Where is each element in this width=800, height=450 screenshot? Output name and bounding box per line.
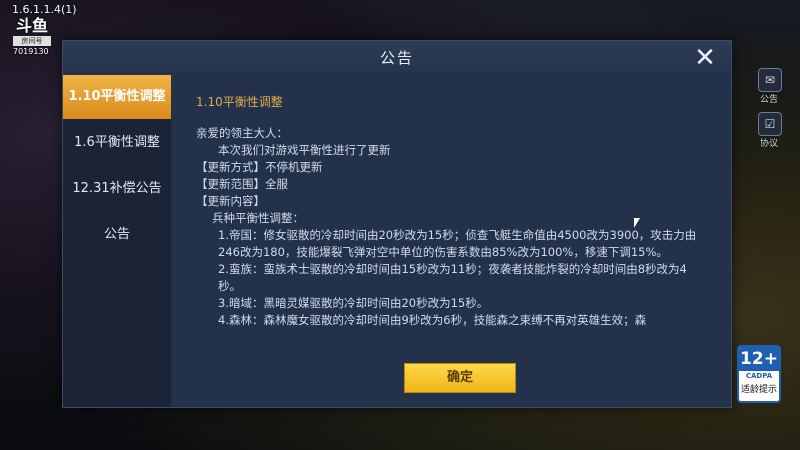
mail-icon[interactable]: ✉ [758, 68, 782, 92]
intro-line: 本次我们对游戏平衡性进行了更新 [218, 143, 391, 157]
barbarian-changes: 2.蛮族：蛮族术士驱散的冷却时间由15秒改为11秒；夜袭者技能炸裂的冷却时间由8… [218, 262, 687, 293]
tab-compensation-12-31[interactable]: 12.31补偿公告 [63, 167, 171, 211]
unit-balance-heading: 兵种平衡性调整： [212, 211, 304, 225]
update-method-line: 【更新方式】不停机更新 [196, 160, 323, 174]
tab-balance-1-10[interactable]: 1.10平衡性调整 [63, 75, 171, 119]
mouse-cursor-icon [634, 218, 640, 228]
close-icon[interactable]: ✕ [691, 44, 719, 72]
age-rating-tip: 适龄提示 [740, 385, 777, 395]
tab-balance-1-6[interactable]: 1.6平衡性调整 [63, 121, 171, 165]
content-title: 1.10平衡性调整 [196, 95, 283, 109]
announcement-text[interactable]: 亲爱的领主大人： 本次我们对游戏平衡性进行了更新 【更新方式】不停机更新 【更新… [196, 125, 706, 347]
age-rating-org: CADPA [745, 372, 773, 380]
dialog-title: 公告 [379, 49, 414, 67]
tab-notice[interactable]: 公告 [63, 213, 171, 257]
age-rating-badge: 12+ CADPA 适龄提示 [737, 345, 781, 403]
announcement-content: 1.10平衡性调整 亲爱的领主大人： 本次我们对游戏平衡性进行了更新 【更新方式… [171, 75, 731, 407]
dark-realm-changes: 3.暗域：黑暗灵媒驱散的冷却时间由20秒改为15秒。 [218, 296, 489, 310]
agreement-side-label: 协议 [760, 139, 779, 149]
update-scope-line: 【更新范围】全服 [196, 177, 288, 191]
announcement-tabs: 1.10平衡性调整 1.6平衡性调整 12.31补偿公告 公告 [63, 75, 171, 407]
age-rating-number: 12+ [739, 347, 779, 371]
stream-room-id: 7019130 [13, 47, 49, 56]
version-label: 1.6.1.1.4(1) [12, 3, 77, 16]
stream-room-label: 房间号 [13, 36, 51, 46]
agreement-icon[interactable]: ☑ [758, 112, 782, 136]
announcement-dialog: 公告 ✕ 1.10平衡性调整 1.6平衡性调整 12.31补偿公告 公告 1.1… [62, 40, 732, 408]
greeting-line: 亲爱的领主大人： [196, 126, 288, 140]
empire-changes: 1.帝国：修女驱散的冷却时间由20秒改为15秒；侦查飞艇生命值由4500改为39… [218, 228, 697, 259]
confirm-button[interactable]: 确定 [404, 363, 516, 393]
notice-side-label: 公告 [760, 95, 779, 105]
update-content-line: 【更新内容】 [196, 194, 265, 208]
forest-changes: 4.森林：森林魔女驱散的冷却时间由9秒改为6秒，技能森之束缚不再对英雄生效；森 [218, 313, 647, 327]
